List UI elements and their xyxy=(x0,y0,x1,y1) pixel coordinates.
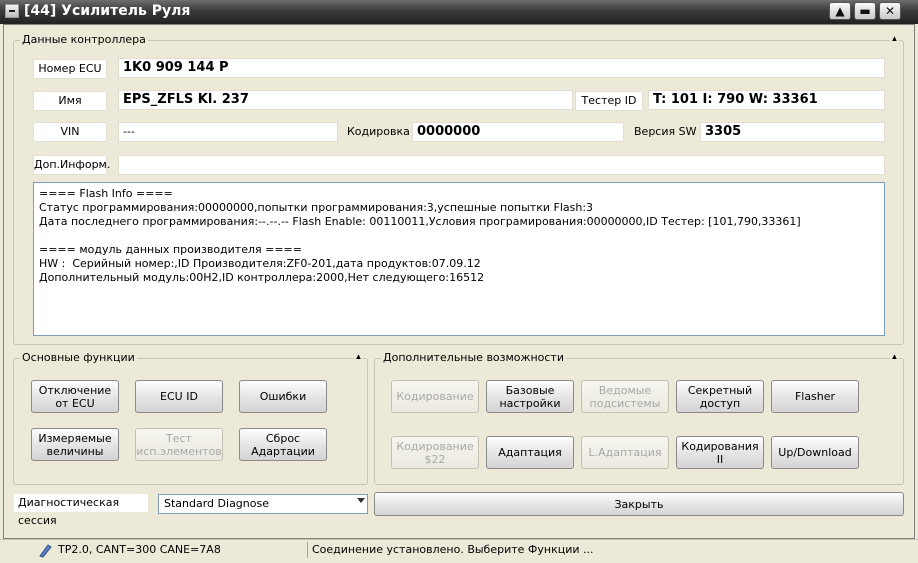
info-line: Дата последнего программирования:--.--.-… xyxy=(39,215,801,228)
collapse-icon[interactable]: ▲ xyxy=(354,352,363,361)
adaptation-button[interactable]: Адаптация xyxy=(486,436,574,469)
controller-group-title: Данные контроллера xyxy=(20,33,148,46)
extra-info-value xyxy=(118,155,885,175)
collapse-icon[interactable]: ▲ xyxy=(890,34,899,43)
info-line: ==== модуль данных производителя ==== xyxy=(39,243,302,256)
tester-id-label: Тестер ID xyxy=(575,91,643,111)
status-bar: TP2.0, CANT=300 CANE=7A8 Соединение уста… xyxy=(0,539,918,559)
security-access-button[interactable]: Секретный доступ xyxy=(676,380,764,413)
sw-version-value: 3305 xyxy=(700,122,885,142)
faults-button[interactable]: Ошибки xyxy=(239,380,327,413)
basic-functions-group: Основные функции ▲ xyxy=(13,351,368,485)
diag-session-label: Диагностическая сессия xyxy=(13,493,149,527)
actuator-test-button: Тест исп.элементов xyxy=(135,428,223,461)
subsystems-button: Ведомые подсистемы xyxy=(581,380,669,413)
ecu-id-button[interactable]: ECU ID xyxy=(135,380,223,413)
long-adaptation-button: L.Адаптация xyxy=(581,436,669,469)
window-title: [44] Усилитель Руля xyxy=(24,3,191,19)
flash-info-textbox[interactable]: ==== Flash Info ==== Статус программиров… xyxy=(33,182,885,336)
coding-ii-button[interactable]: Кодирования II xyxy=(676,436,764,469)
status-separator xyxy=(307,542,308,558)
coding-value: 0000000 xyxy=(412,122,624,142)
info-line: HW : Серийный номер:,ID Производителя:ZF… xyxy=(39,257,481,270)
extra-functions-title: Дополнительные возможности xyxy=(381,351,566,364)
info-line: ==== Flash Info ==== xyxy=(39,187,173,200)
tester-id-value: T: 101 I: 790 W: 33361 xyxy=(648,90,885,110)
flasher-button[interactable]: Flasher xyxy=(771,380,859,413)
basic-functions-title: Основные функции xyxy=(20,351,137,364)
info-line: Дополнительный модуль:00H2,ID контроллер… xyxy=(39,271,485,284)
system-menu-icon[interactable] xyxy=(5,4,19,18)
diag-session-value: Standard Diagnose xyxy=(164,497,269,510)
basic-settings-button[interactable]: Базовые настройки xyxy=(486,380,574,413)
minimize-button[interactable]: ▬ xyxy=(854,2,876,20)
collapse-icon[interactable]: ▲ xyxy=(890,352,899,361)
extra-info-label: Доп.Информ. xyxy=(33,155,110,175)
info-line xyxy=(39,229,879,243)
measured-values-button[interactable]: Измеряемые величины xyxy=(31,428,119,461)
coding-button: Кодирование xyxy=(391,380,479,413)
title-bar[interactable]: [44] Усилитель Руля ▲ ▬ ✕ xyxy=(0,0,918,24)
info-line: Статус программирования:00000000,попытки… xyxy=(39,201,594,214)
connection-status: TP2.0, CANT=300 CANE=7A8 xyxy=(58,543,221,556)
up-download-button[interactable]: Up/Download xyxy=(771,436,859,469)
close-window-button[interactable]: ✕ xyxy=(879,2,901,20)
reset-adaptation-button[interactable]: Сброс Адартации xyxy=(239,428,327,461)
coding-label: Кодировка xyxy=(347,125,410,138)
name-label: Имя xyxy=(33,91,107,111)
sw-version-label: Версия SW xyxy=(634,125,697,138)
connection-icon xyxy=(37,542,53,558)
ecu-number-value: 1K0 909 144 P xyxy=(118,58,885,78)
name-value: EPS_ZFLS Kl. 237 xyxy=(118,90,573,110)
ecu-number-label: Номер ECU xyxy=(33,59,107,79)
vin-label: VIN xyxy=(33,122,107,142)
diag-session-select[interactable]: Standard Diagnose xyxy=(158,494,368,514)
coding-22-button: Кодирование $22 xyxy=(391,436,479,469)
status-message: Соединение установлено. Выберите Функции… xyxy=(312,543,594,556)
restore-button[interactable]: ▲ xyxy=(829,2,851,20)
chevron-down-icon[interactable] xyxy=(357,498,365,503)
close-button[interactable]: Закрыть xyxy=(374,492,904,516)
disconnect-ecu-button[interactable]: Отключение от ECU xyxy=(31,380,119,413)
vin-value: --- xyxy=(118,122,338,142)
